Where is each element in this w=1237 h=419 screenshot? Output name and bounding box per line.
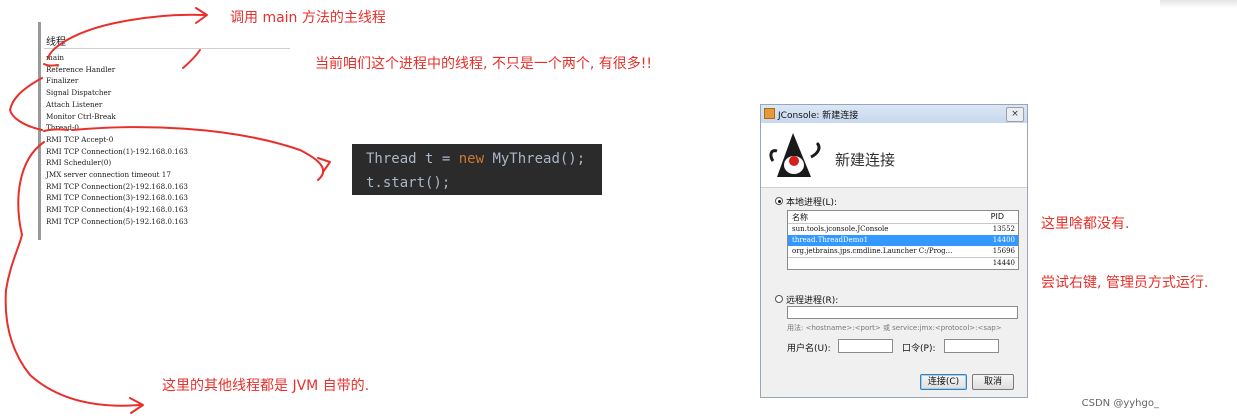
process-row-selected[interactable]: thread.ThreadDemo1 14400	[788, 235, 1018, 246]
process-name: org.jetbrains.jps.cmdline.Launcher C:/Pr…	[792, 247, 953, 255]
process-name: sun.tools.jconsole.JConsole	[792, 225, 889, 233]
password-label: 口令(P):	[902, 344, 936, 354]
java-app-icon	[764, 108, 775, 119]
password-field[interactable]	[944, 339, 999, 353]
usage-hint: 用法: <hostname>:<port> 或 service:jmx:<pro…	[787, 324, 1002, 332]
process-name: thread.ThreadDemo1	[792, 236, 869, 244]
process-pid: 14400	[992, 236, 1015, 244]
connect-button[interactable]: 连接(C)	[920, 374, 967, 390]
dialog-heading: 新建连接	[835, 151, 896, 169]
process-row[interactable]: sun.tools.jconsole.JConsole 13552	[788, 224, 1018, 235]
table-header: 名称 PID	[788, 211, 1018, 224]
brace-jvm-left	[4, 141, 141, 407]
brace-jvm-top	[9, 77, 43, 131]
process-table: 名称 PID sun.tools.jconsole.JConsole 13552…	[787, 210, 1019, 270]
local-process-label: 本地进程(L):	[786, 198, 838, 208]
process-pid: 15696	[992, 247, 1015, 255]
process-row[interactable]: 14440	[788, 257, 1018, 269]
annotation-arrows	[4, 7, 331, 414]
username-field[interactable]	[838, 339, 893, 353]
process-pid: 14440	[992, 259, 1015, 267]
remote-process-radio[interactable]	[775, 295, 783, 303]
username-label: 用户名(U):	[787, 344, 831, 354]
process-row[interactable]: org.jetbrains.jps.cmdline.Launcher C:/Pr…	[788, 246, 1018, 257]
duke-mascot-icon	[769, 133, 821, 177]
process-pid: 13552	[992, 225, 1015, 233]
watermark: CSDN @yyhgo_	[1081, 398, 1159, 409]
remote-process-input[interactable]	[787, 306, 1018, 319]
underline-thread0	[43, 128, 69, 132]
arrow-to-main	[47, 13, 206, 59]
dialog-titlebar: JConsole: 新建连接 ×	[761, 105, 1027, 124]
underline-main	[43, 63, 59, 67]
remote-process-label: 远程进程(R):	[786, 296, 839, 306]
column-pid-header[interactable]: PID	[991, 212, 1004, 221]
dialog-banner: 新建连接	[761, 123, 1027, 188]
close-button[interactable]: ×	[1006, 107, 1024, 122]
arrow-thread0-to-code	[71, 126, 325, 181]
cancel-button[interactable]: 取消	[972, 374, 1014, 390]
bracket-reference	[182, 49, 201, 69]
dialog-title: JConsole: 新建连接	[778, 111, 859, 121]
local-process-radio[interactable]	[775, 197, 783, 205]
column-name-header[interactable]: 名称	[792, 212, 808, 223]
jconsole-dialog: JConsole: 新建连接 × 新建连接 本地进程(L): 名称 PID su…	[760, 104, 1028, 398]
